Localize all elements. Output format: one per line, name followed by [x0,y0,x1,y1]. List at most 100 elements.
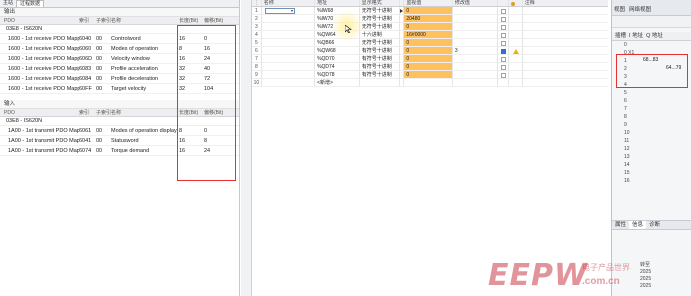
slot-row[interactable]: 16 [612,177,691,185]
name-dropdown-input[interactable] [264,8,295,14]
device-view-tab[interactable]: 视图 [612,5,627,15]
slot-row[interactable]: 7 [612,105,691,113]
network-view-tab[interactable]: 网络视图 [627,5,653,15]
col-comment[interactable]: 注释 [523,0,608,6]
modify-value-cell[interactable] [453,55,498,62]
col-index[interactable]: 索引 [79,109,96,116]
modify-value-cell[interactable] [453,31,498,38]
display-format-cell[interactable]: 无符号十进制 [360,39,401,46]
modify-checkbox[interactable] [500,32,506,38]
col-q-address[interactable]: Q 地址 [643,32,663,40]
watch-table-row[interactable]: 10 <新增> [252,79,608,87]
slot-row[interactable]: 15 [612,169,691,177]
modify-value-cell[interactable] [453,63,498,70]
modify-checkbox[interactable] [500,24,506,30]
col-i-address[interactable]: I 地址 [626,32,643,40]
tab-info[interactable]: 信息 [629,221,647,229]
comment-cell[interactable] [523,47,608,54]
col-name[interactable]: 名称 [111,17,178,24]
watch-table-row[interactable]: 9 %QD78 有符号十进制 0 [252,71,608,79]
col-pdo[interactable]: PDO [0,109,79,116]
name-cell[interactable] [262,7,316,14]
display-format-cell[interactable]: 无符号十进制 [360,7,401,14]
modify-checkbox[interactable] [500,72,506,78]
col-slot[interactable]: 插槽 [612,32,626,40]
modify-value-cell[interactable] [453,7,498,14]
name-cell[interactable] [262,55,316,62]
display-format-cell[interactable]: 有符号十进制 [360,55,401,62]
modify-checkbox[interactable] [500,48,506,54]
slot-row[interactable]: 13 [612,153,691,161]
col-display-format[interactable]: 显示格式 [360,0,401,6]
col-name[interactable]: 名称 [111,109,178,116]
name-cell[interactable] [262,31,316,38]
address-cell[interactable]: %QD78 [315,71,360,78]
display-format-cell[interactable]: 无符号十进制 [360,23,401,30]
comment-cell[interactable] [523,63,608,70]
name-cell[interactable] [262,63,316,70]
comment-cell[interactable] [523,7,608,14]
name-cell[interactable] [262,79,316,86]
col-subindex[interactable]: 子索引 [96,17,111,24]
splitter[interactable] [241,0,251,296]
name-cell[interactable] [262,71,316,78]
display-format-cell[interactable]: 十六进制 [360,31,401,38]
watch-table-row[interactable]: 6 %QW68 有符号十进制 0 3 [252,47,608,55]
col-modify-value[interactable]: 修改值 [453,0,498,6]
col-monitor-value[interactable]: 监视值 [404,0,453,6]
name-cell[interactable] [262,23,316,30]
comment-cell[interactable] [523,71,608,78]
col-address[interactable]: 地址 [315,0,360,6]
tab-diagnostics[interactable]: 诊断 [646,221,663,229]
name-cell[interactable] [262,39,316,46]
address-cell[interactable]: %QW68 [315,47,360,54]
slot-row[interactable]: 14 [612,161,691,169]
watch-table-row[interactable]: 7 %QD70 有符号十进制 0 [252,55,608,63]
watch-table-row[interactable]: 2 %IW70 无符号十进制 20480 [252,15,608,23]
modify-checkbox[interactable] [500,64,506,70]
col-pdo[interactable]: PDO [0,17,79,24]
watch-table-row[interactable]: 8 %QD74 有符号十进制 0 [252,63,608,71]
modify-checkbox[interactable] [500,16,506,22]
comment-cell[interactable] [523,79,608,86]
slot-row[interactable]: 0 [612,41,691,49]
col-index[interactable]: 索引 [79,17,96,24]
display-format-cell[interactable] [360,79,401,86]
col-offset[interactable]: 偏移(Bit) [201,17,223,24]
address-cell[interactable]: %QD74 [315,63,360,70]
display-format-cell[interactable]: 有符号十进制 [360,71,401,78]
modify-checkbox[interactable] [500,40,506,46]
slot-row[interactable]: 6 [612,97,691,105]
slot-row[interactable]: 10 [612,129,691,137]
slot-row[interactable]: 5 [612,89,691,97]
watch-table-row[interactable]: 3 %IW72 无符号十进制 0 [252,23,608,31]
slot-row[interactable]: 12 [612,145,691,153]
display-format-cell[interactable]: 有符号十进制 [360,63,401,70]
col-length[interactable]: 长度(Bit) [178,17,201,24]
tab-process-data[interactable]: 过程数据 [16,0,45,7]
comment-cell[interactable] [523,31,608,38]
modify-value-cell[interactable] [453,15,498,22]
modify-value-cell[interactable] [453,23,498,30]
modify-value-cell[interactable] [453,79,498,86]
address-cell[interactable]: %QD70 [315,55,360,62]
comment-cell[interactable] [523,55,608,62]
modify-value-cell[interactable]: 3 [453,47,498,54]
modify-checkbox[interactable] [500,56,506,62]
tab-master[interactable]: 主站 [0,0,16,7]
tab-properties[interactable]: 属性 [612,221,629,229]
slot-row[interactable]: 8 [612,113,691,121]
display-format-cell[interactable]: 无符号十进制 [360,15,401,22]
watch-table-row[interactable]: 5 %QB66 无符号十进制 0 [252,39,608,47]
address-cell[interactable]: <新增> [315,79,360,86]
watch-table-row[interactable]: 4 %QW64 十六进制 16#0000 [252,31,608,39]
watch-table-row[interactable]: 1 %IW68 无符号十进制 0 [252,7,608,15]
modify-value-cell[interactable] [453,71,498,78]
comment-cell[interactable] [523,23,608,30]
slot-row[interactable]: 9 [612,121,691,129]
col-name[interactable]: 名称 [262,0,316,6]
modify-value-cell[interactable] [453,39,498,46]
modify-checkbox[interactable] [500,8,506,14]
col-subindex[interactable]: 子索引 [96,109,111,116]
comment-cell[interactable] [523,39,608,46]
